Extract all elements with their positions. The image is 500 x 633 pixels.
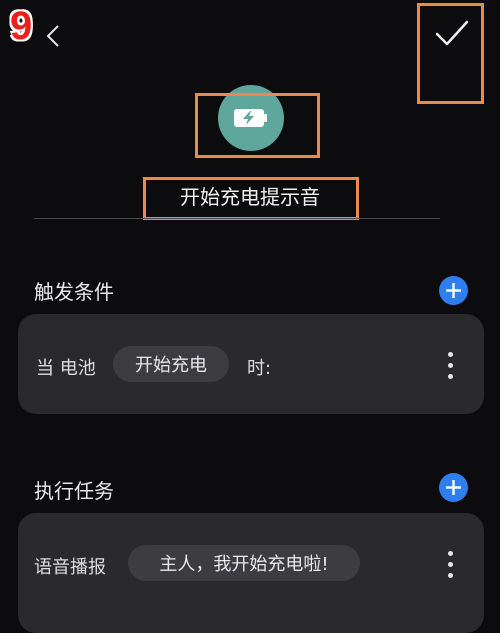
task-more-icon[interactable] bbox=[448, 551, 454, 584]
add-task-button[interactable] bbox=[439, 473, 468, 502]
title-highlight-box bbox=[143, 177, 359, 220]
task-value-chip[interactable]: 主人，我开始充电啦! bbox=[128, 545, 360, 581]
title-divider bbox=[34, 218, 440, 219]
trigger-card[interactable]: 当 电池 开始充电 时: bbox=[18, 314, 484, 414]
add-trigger-button[interactable] bbox=[439, 276, 468, 305]
trigger-condition-chip[interactable]: 开始充电 bbox=[113, 346, 229, 382]
trigger-condition-suffix: 时: bbox=[247, 358, 272, 379]
trigger-more-icon[interactable] bbox=[448, 352, 454, 385]
task-section-title: 执行任务 bbox=[34, 479, 114, 503]
step-number-badge: 9 bbox=[10, 4, 33, 48]
plus-icon bbox=[446, 283, 461, 298]
task-card[interactable]: 语音播报 主人，我开始充电啦! bbox=[18, 513, 484, 633]
icon-highlight-box bbox=[195, 93, 320, 158]
back-icon[interactable] bbox=[44, 24, 64, 48]
trigger-section-title: 触发条件 bbox=[34, 280, 114, 304]
confirm-highlight-box bbox=[417, 3, 484, 104]
plus-icon bbox=[446, 480, 461, 495]
task-label: 语音播报 bbox=[34, 557, 106, 578]
trigger-condition-prefix: 当 电池 bbox=[36, 358, 96, 379]
